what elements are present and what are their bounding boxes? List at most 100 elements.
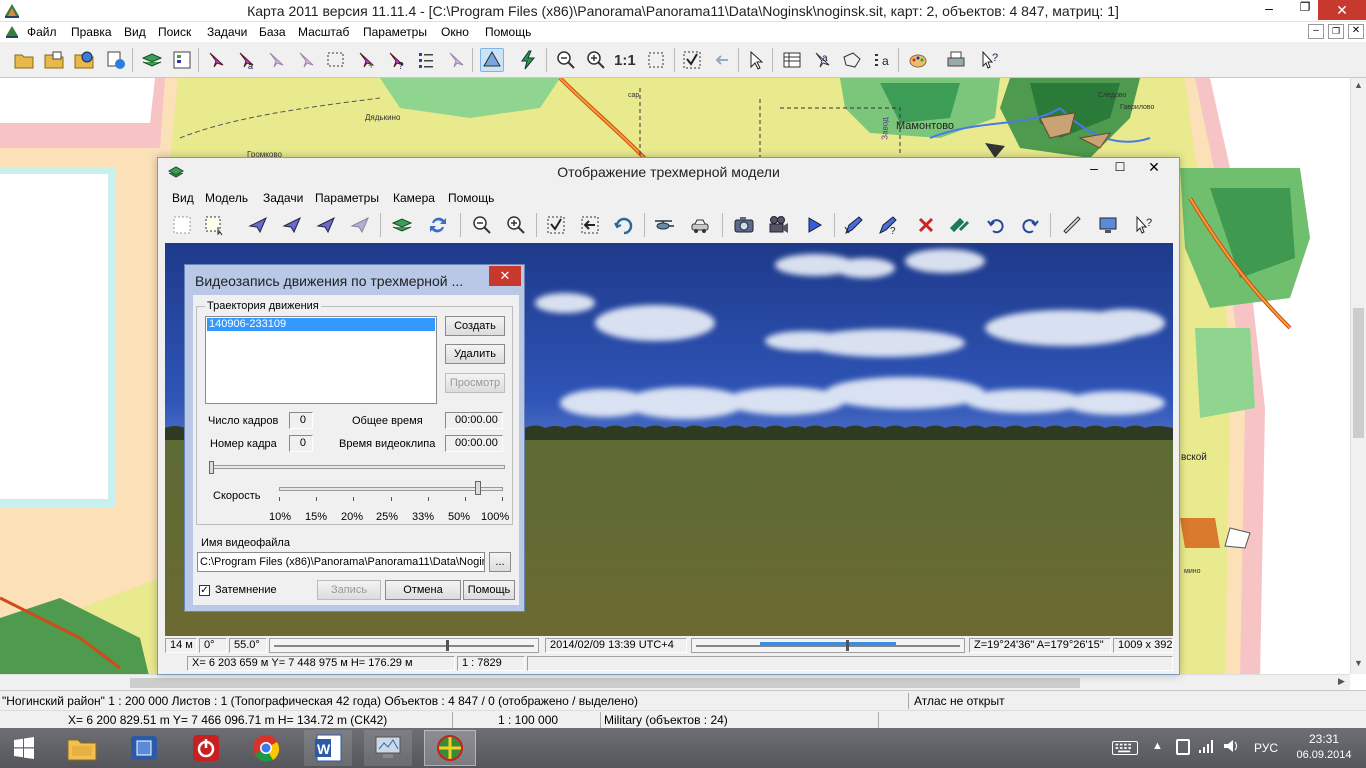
3d-minimize-button[interactable]: – — [1082, 160, 1106, 180]
menu-search[interactable]: Поиск — [158, 22, 191, 42]
minimize-button[interactable]: – — [1254, 0, 1284, 20]
context-help-icon[interactable]: ? — [978, 48, 1002, 72]
taskbar-app-blue-icon[interactable] — [120, 730, 168, 766]
3d-camera-icon[interactable] — [732, 213, 756, 237]
frame-slider[interactable] — [209, 461, 505, 475]
vertical-scroll-thumb[interactable] — [1353, 308, 1364, 438]
select-all-icon[interactable] — [264, 48, 288, 72]
cancel-button[interactable]: Отмена — [385, 580, 461, 600]
zoom-1to1-button[interactable]: 1:1 — [614, 52, 636, 69]
3d-layers-icon[interactable] — [390, 213, 414, 237]
3d-undo-icon[interactable] — [984, 213, 1008, 237]
mdi-close-button[interactable]: ✕ — [1348, 24, 1364, 39]
taskbar-panorama-icon[interactable] — [424, 730, 476, 766]
3d-menu-params[interactable]: Параметры — [315, 188, 379, 208]
select-rect-icon[interactable] — [324, 48, 348, 72]
polygon-edit-icon[interactable] — [840, 48, 864, 72]
open-globe-icon[interactable] — [72, 48, 96, 72]
speed-slider-thumb[interactable] — [475, 481, 481, 495]
3d-progress-slider[interactable] — [691, 638, 965, 653]
3d-context-help-icon[interactable]: ? — [1132, 213, 1156, 237]
taskbar-monitor-icon[interactable] — [364, 730, 412, 766]
open-list-icon[interactable] — [104, 48, 128, 72]
close-button[interactable]: ✕ — [1318, 0, 1366, 20]
3d-plane-icon[interactable] — [246, 213, 270, 237]
zoom-out-icon[interactable] — [554, 48, 578, 72]
check-icon[interactable] — [680, 48, 704, 72]
mdi-restore-button[interactable]: ❐ — [1328, 24, 1344, 39]
3d-restore-button[interactable]: ☐ — [1108, 160, 1132, 180]
filename-input[interactable]: C:\Program Files (x86)\Panorama\Panorama… — [197, 552, 485, 572]
3d-check-icon[interactable] — [544, 213, 568, 237]
menu-file[interactable]: Файл — [27, 22, 57, 42]
record-button[interactable]: Запись — [317, 580, 381, 600]
menu-tasks[interactable]: Задачи — [207, 22, 247, 42]
scroll-up-icon[interactable]: ▲ — [1354, 80, 1363, 90]
map-horizontal-scrollbar[interactable]: ▶ — [0, 674, 1350, 690]
tray-signal-icon[interactable] — [1198, 738, 1214, 757]
menu-view[interactable]: Вид — [124, 22, 146, 42]
3d-pencil-icon[interactable] — [842, 213, 866, 237]
3d-rotate-icon[interactable] — [612, 213, 636, 237]
tray-date[interactable]: 06.09.2014 — [1294, 749, 1354, 761]
horizontal-scroll-thumb[interactable] — [130, 678, 1080, 688]
3d-menu-help[interactable]: Помощь — [448, 188, 494, 208]
object-list-icon[interactable] — [414, 48, 438, 72]
scroll-right-icon[interactable]: ▶ — [1338, 676, 1345, 687]
3d-area-select-icon[interactable] — [202, 213, 226, 237]
3d-view-icon[interactable] — [480, 48, 504, 72]
select-object-icon[interactable] — [204, 48, 228, 72]
taskbar-shutdown-icon[interactable] — [182, 730, 230, 766]
3d-menu-tasks[interactable]: Задачи — [263, 188, 303, 208]
preview-button[interactable]: Просмотр — [445, 373, 505, 393]
create-button[interactable]: Создать — [445, 316, 505, 336]
menu-help[interactable]: Помощь — [485, 22, 531, 42]
fit-window-icon[interactable] — [644, 48, 668, 72]
menu-scale[interactable]: Масштаб — [298, 22, 349, 42]
open-map-icon[interactable] — [42, 48, 66, 72]
menu-params[interactable]: Параметры — [363, 22, 427, 42]
trajectory-item[interactable]: 140906-233109 — [207, 318, 435, 331]
3d-pencil-query-icon[interactable]: ? — [876, 213, 900, 237]
text-edit-icon[interactable]: a — [810, 48, 834, 72]
restore-button[interactable]: ❐ — [1290, 0, 1320, 20]
3d-zoom-in-icon[interactable] — [504, 213, 528, 237]
back-icon[interactable] — [710, 48, 734, 72]
3d-time-slider[interactable] — [269, 638, 539, 653]
label-list-icon[interactable]: a — [870, 48, 894, 72]
select-frame-icon[interactable] — [294, 48, 318, 72]
deselect-icon[interactable] — [444, 48, 468, 72]
tray-expand-icon[interactable]: ▲ — [1152, 740, 1163, 752]
3d-helicopter-icon[interactable] — [652, 213, 676, 237]
printer-icon[interactable] — [944, 48, 968, 72]
3d-progress-thumb[interactable] — [846, 640, 849, 651]
3d-rect-select-icon[interactable] — [170, 213, 194, 237]
mdi-minimize-button[interactable]: – — [1308, 24, 1324, 39]
layers-icon[interactable] — [140, 48, 164, 72]
taskbar-chrome-icon[interactable] — [242, 730, 290, 766]
3d-redo-icon[interactable] — [1018, 213, 1042, 237]
frame-slider-thumb[interactable] — [209, 461, 214, 474]
palette-icon[interactable] — [906, 48, 930, 72]
fade-checkbox[interactable]: ✓ — [199, 585, 210, 596]
map-vertical-scrollbar[interactable]: ▲ ▼ — [1350, 78, 1366, 674]
3d-menu-camera[interactable]: Камера — [393, 188, 435, 208]
3d-play-icon[interactable] — [802, 213, 826, 237]
menu-doc-icon[interactable] — [4, 24, 20, 40]
3d-menu-model[interactable]: Модель — [205, 188, 248, 208]
3d-delete-icon[interactable] — [914, 213, 938, 237]
video-dialog-close-button[interactable]: ✕ — [489, 266, 521, 286]
open-folder-icon[interactable] — [12, 48, 36, 72]
browse-button[interactable]: ... — [489, 552, 511, 572]
3d-monitor-icon[interactable] — [1096, 213, 1120, 237]
3d-back-icon[interactable] — [578, 213, 602, 237]
3d-plane-3-icon[interactable] — [314, 213, 338, 237]
menu-base[interactable]: База — [259, 22, 286, 42]
menu-window[interactable]: Окно — [441, 22, 469, 42]
tray-time[interactable]: 23:31 — [1294, 732, 1354, 746]
menu-edit[interactable]: Правка — [71, 22, 112, 42]
trajectory-list[interactable]: 140906-233109 — [205, 316, 437, 404]
3d-swap-icon[interactable] — [948, 213, 972, 237]
add-selection-icon[interactable]: + — [354, 48, 378, 72]
3d-video-camera-icon[interactable] — [766, 213, 790, 237]
